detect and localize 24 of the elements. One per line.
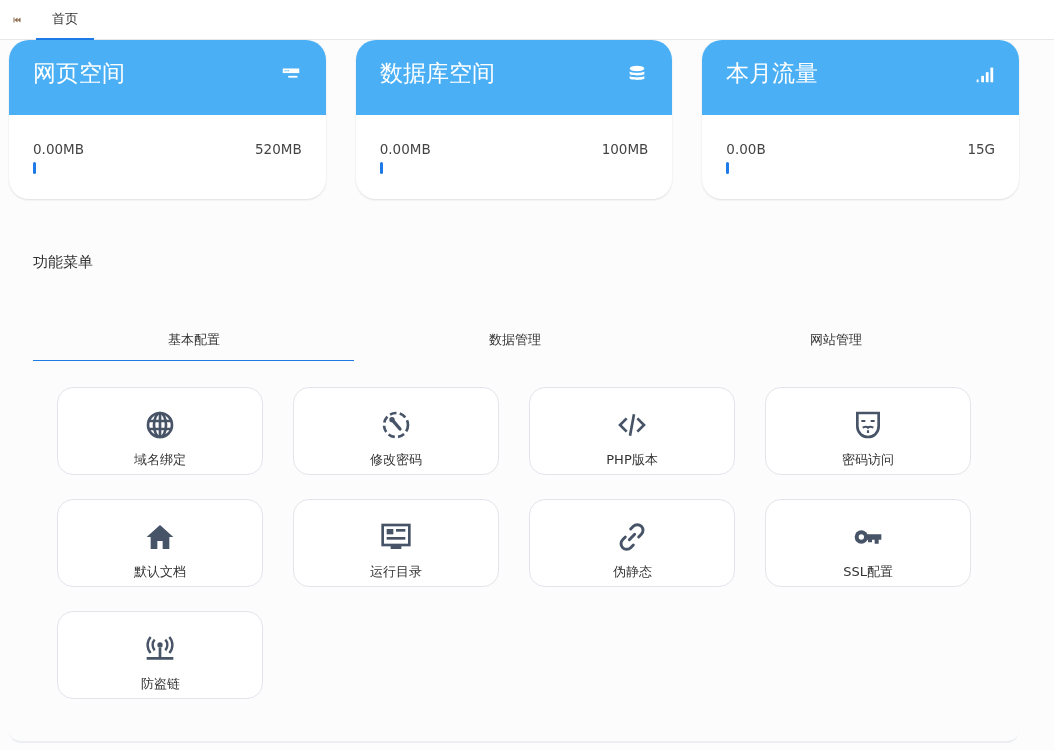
menu-item[interactable]: 域名绑定	[57, 387, 263, 475]
used-value: 0.00MB	[33, 141, 84, 157]
stat-title: 网页空间	[33, 59, 125, 88]
used-value: 0.00MB	[379, 141, 431, 157]
total-value: 100MB	[601, 141, 649, 157]
menu-tab[interactable]: 数据管理	[354, 325, 675, 361]
menu-item[interactable]: PHP版本	[529, 387, 735, 475]
stat-title: 本月流量	[726, 59, 819, 88]
menu-item[interactable]: SSL配置	[765, 499, 971, 587]
total-value: 520MB	[255, 141, 302, 157]
menu-tab[interactable]: 网站管理	[675, 325, 996, 361]
used-value: 0.00B	[726, 141, 766, 157]
menu-item[interactable]: 伪静态	[529, 499, 735, 587]
section-title: 功能菜单	[33, 253, 94, 272]
menu-item[interactable]: 默认文档	[57, 499, 263, 587]
menu-item[interactable]: 防盗链	[57, 611, 263, 699]
menu-item[interactable]: 运行目录	[293, 499, 499, 587]
stat-title: 数据库空间	[379, 59, 495, 88]
menu-item[interactable]: 修改密码	[293, 387, 499, 475]
total-value: 15G	[967, 141, 995, 157]
menu-item[interactable]: 密码访问	[765, 387, 971, 475]
wrench-icon	[380, 409, 412, 441]
menu-tab[interactable]: 基本配置	[33, 325, 354, 361]
globe-icon	[144, 409, 176, 441]
